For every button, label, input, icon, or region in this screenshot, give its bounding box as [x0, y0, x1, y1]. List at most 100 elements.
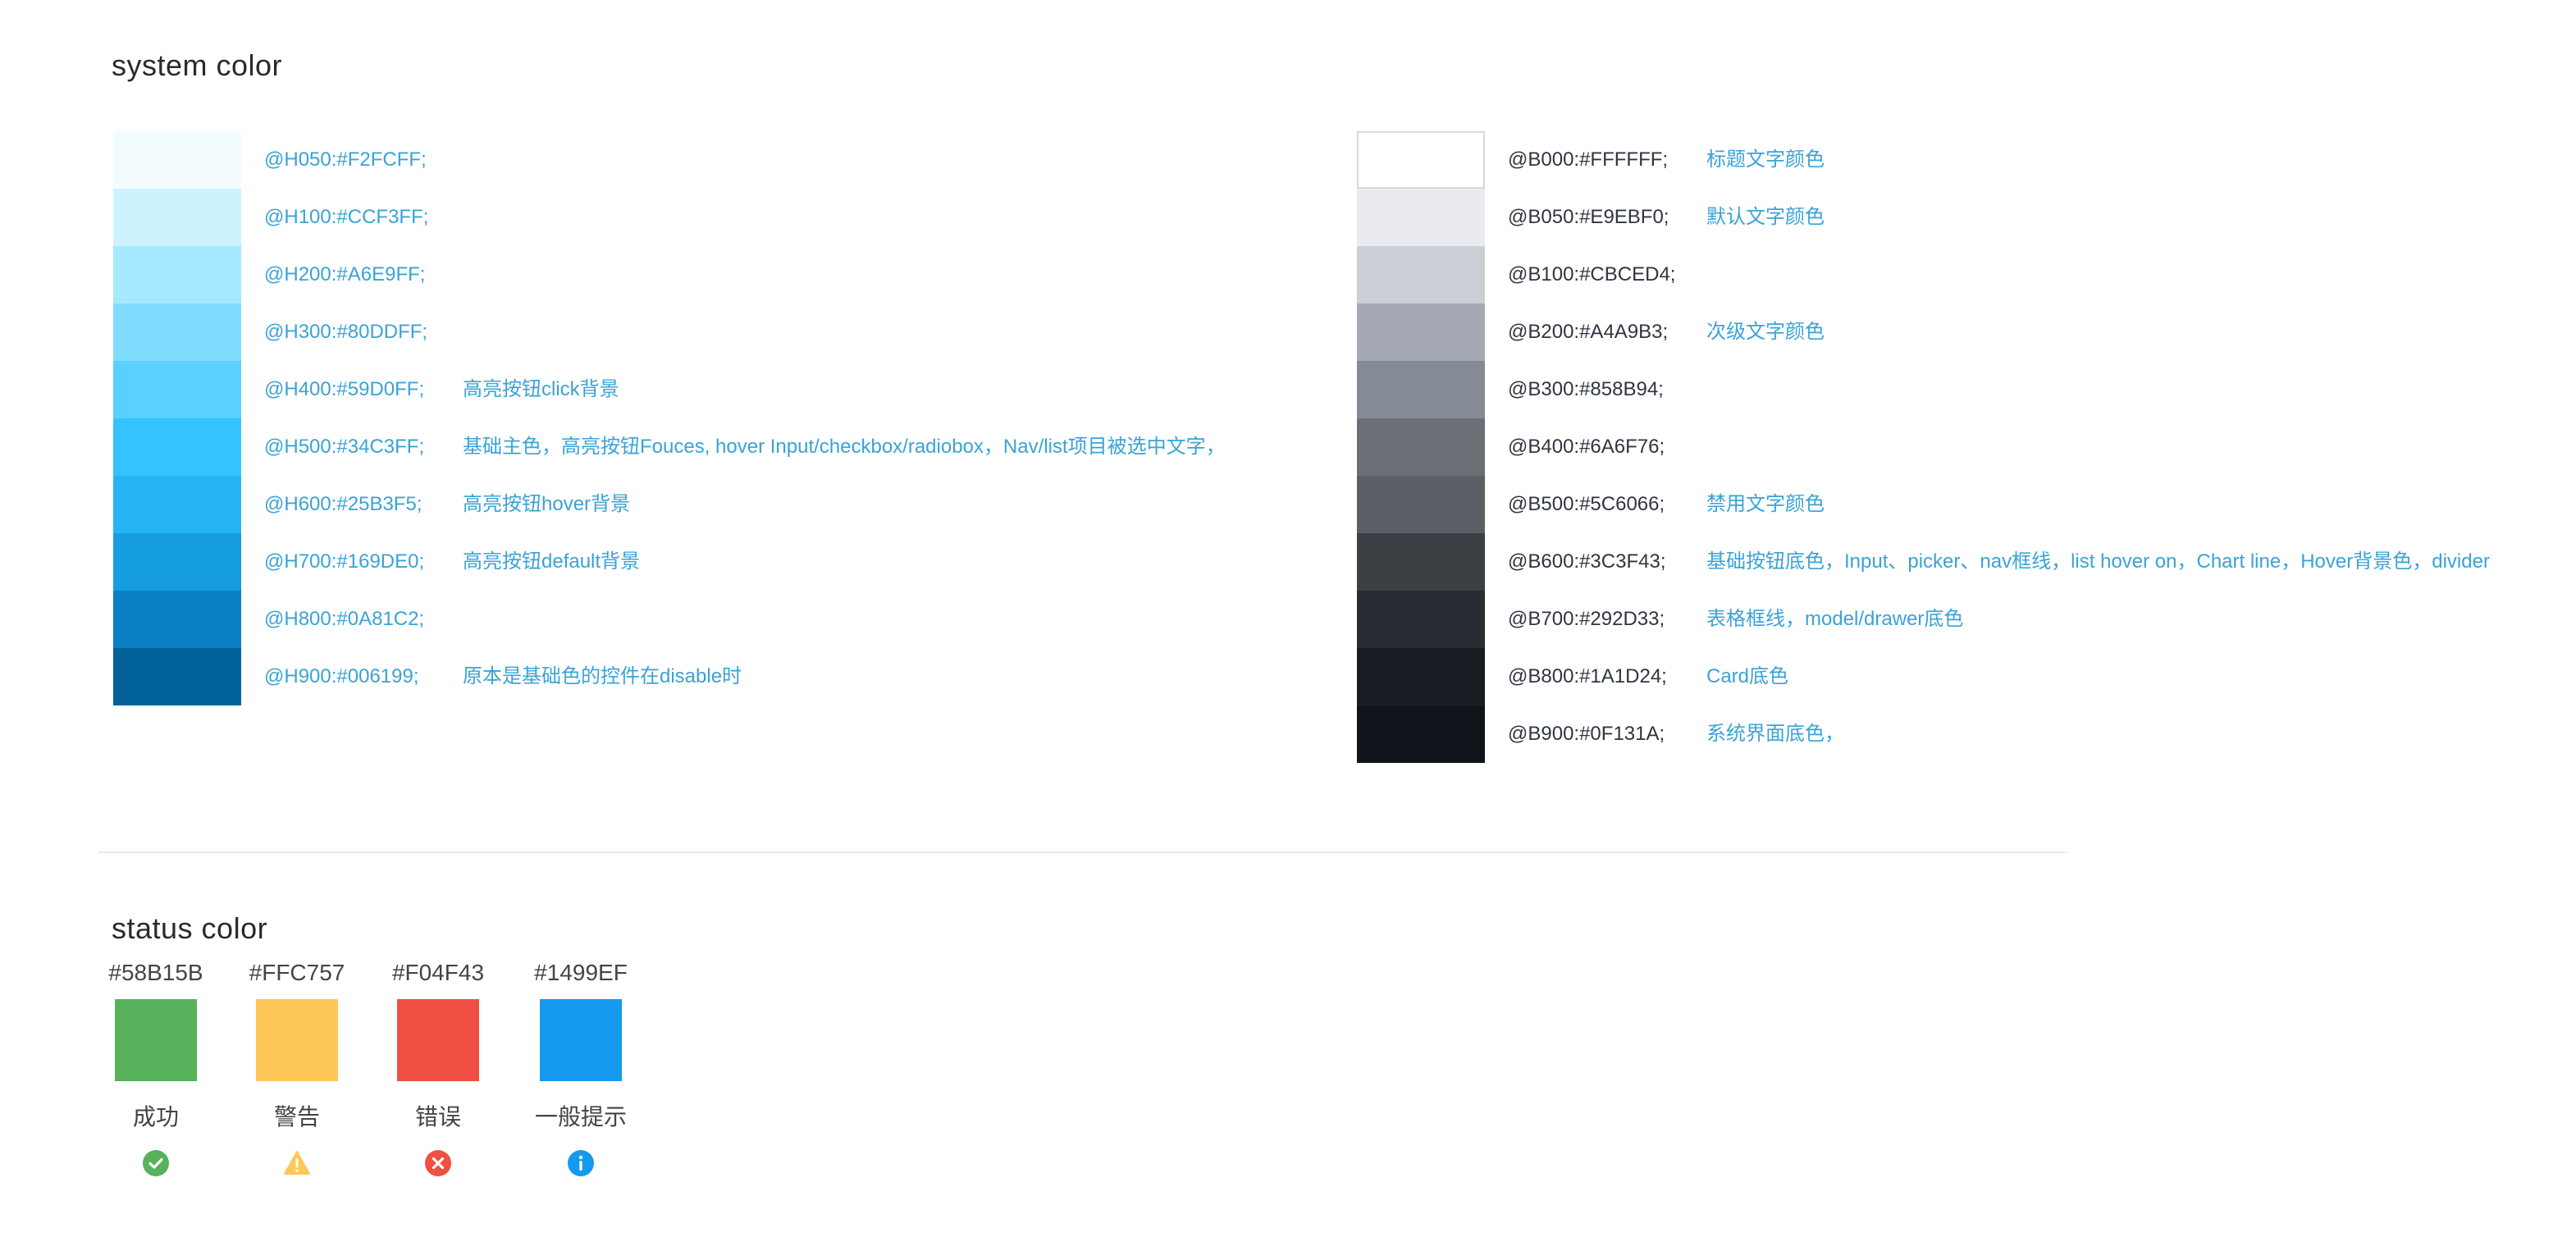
- highlight-color-row: @H200:#A6E9FF;: [113, 246, 1344, 304]
- base-color-code: @B000:#FFFFFF;: [1508, 148, 1669, 171]
- section-divider: [98, 851, 2067, 853]
- highlight-color-row: @H400:#59D0FF; 高亮按钮click背景: [113, 361, 1344, 418]
- highlight-color-swatch: [113, 476, 241, 533]
- base-color-code: @B400:#6A6F76;: [1508, 436, 1665, 458]
- highlight-palette: @H050:#F2FCFF; @H100:#CCF3FF; @H200:#A6E9F…: [113, 131, 1344, 705]
- base-color-row: @B000:#FFFFFF; 标题文字颜色: [1357, 131, 2555, 189]
- highlight-color-code: @H300:#80DDFF;: [264, 321, 428, 343]
- base-color-row: @B900:#0F131A; 系统界面底色，: [1357, 705, 2555, 763]
- base-color-description: 默认文字颜色: [1706, 206, 1825, 228]
- highlight-color-code: @H200:#A6E9FF;: [264, 263, 426, 285]
- highlight-color-code: @H600:#25B3F5;: [264, 493, 422, 515]
- status-color-item: #1499EF 一般提示: [523, 956, 638, 1203]
- status-label: 错误: [414, 1104, 461, 1130]
- highlight-color-row: @H800:#0A81C2;: [113, 591, 1344, 648]
- base-color-code: @B050:#E9EBF0;: [1508, 206, 1669, 228]
- highlight-color-swatch: [113, 418, 241, 476]
- highlight-color-row: @H050:#F2FCFF;: [113, 131, 1344, 189]
- base-color-description: Card底色: [1706, 665, 1789, 687]
- base-color-swatch: [1357, 705, 1485, 763]
- highlight-color-code: @H700:#169DE0;: [264, 550, 425, 573]
- close-circle-icon: [425, 1150, 451, 1176]
- status-hex-code: #58B15B: [108, 960, 203, 985]
- status-label: 警告: [273, 1104, 320, 1130]
- status-swatch: [397, 999, 479, 1081]
- status-color-item: #F04F43 错误: [381, 956, 496, 1203]
- base-color-row: @B500:#5C6066; 禁用文字颜色: [1357, 476, 2555, 533]
- status-hex-code: #FFC757: [249, 960, 345, 985]
- base-color-row: @B200:#A4A9B3; 次级文字颜色: [1357, 304, 2555, 361]
- highlight-color-row: @H900:#006199; 原本是基础色的控件在disable时: [113, 648, 1344, 705]
- base-color-row: @B600:#3C3F43; 基础按钮底色，Input、picker、nav框线，…: [1357, 533, 2555, 591]
- base-color-swatch: [1357, 476, 1485, 533]
- status-swatch: [256, 999, 338, 1081]
- highlight-color-swatch: [113, 189, 241, 246]
- status-hex-code: #F04F43: [391, 960, 485, 985]
- base-color-row: @B050:#E9EBF0; 默认文字颜色: [1357, 189, 2555, 246]
- base-color-swatch: [1357, 246, 1485, 304]
- base-color-description: 表格框线，model/drawer底色: [1706, 608, 1964, 630]
- base-color-swatch: [1357, 189, 1485, 246]
- highlight-color-description: 高亮按钮hover背景: [463, 493, 631, 515]
- base-palette: @B000:#FFFFFF; 标题文字颜色 @B050:#E9EBF0; 默认文字颜色…: [1357, 131, 2555, 763]
- base-color-swatch: [1357, 361, 1485, 418]
- highlight-color-code: @H800:#0A81C2;: [264, 608, 425, 630]
- system-color-title: system color: [112, 48, 283, 82]
- highlight-color-description: 高亮按钮click背景: [463, 378, 619, 400]
- highlight-color-code: @H400:#59D0FF;: [264, 378, 425, 400]
- highlight-color-code: @H100:#CCF3FF;: [264, 206, 429, 228]
- highlight-color-row: @H500:#34C3FF; 基础主色，高亮按钮Fouces, hover Inp…: [113, 418, 1344, 476]
- highlight-color-swatch: [113, 246, 241, 304]
- base-color-code: @B100:#CBCED4;: [1508, 263, 1676, 285]
- base-color-row: @B800:#1A1D24; Card底色: [1357, 648, 2555, 705]
- status-swatch: [115, 999, 197, 1081]
- highlight-color-swatch: [113, 304, 241, 361]
- base-color-code: @B200:#A4A9B3;: [1508, 321, 1669, 343]
- warning-triangle-icon: [284, 1150, 310, 1176]
- highlight-color-swatch: [113, 533, 241, 591]
- highlight-color-code: @H500:#34C3FF;: [264, 436, 425, 458]
- highlight-color-code: @H900:#006199;: [264, 665, 419, 687]
- highlight-color-row: @H300:#80DDFF;: [113, 304, 1344, 361]
- status-color-title: status color: [112, 911, 268, 945]
- base-color-swatch: [1357, 131, 1485, 189]
- base-color-code: @B900:#0F131A;: [1508, 723, 1665, 745]
- check-circle-icon: [143, 1150, 169, 1176]
- status-hex-code: #1499EF: [534, 960, 628, 985]
- base-color-row: @B700:#292D33; 表格框线，model/drawer底色: [1357, 591, 2555, 648]
- status-color-item: #58B15B 成功: [98, 956, 213, 1203]
- status-color-item: #FFC757 警告: [240, 956, 354, 1203]
- base-color-description: 禁用文字颜色: [1706, 493, 1825, 515]
- base-color-swatch: [1357, 591, 1485, 648]
- base-color-description: 次级文字颜色: [1706, 321, 1825, 343]
- highlight-color-row: @H100:#CCF3FF;: [113, 189, 1344, 246]
- base-color-swatch: [1357, 418, 1485, 476]
- highlight-color-swatch: [113, 361, 241, 418]
- base-color-code: @B700:#292D33;: [1508, 608, 1665, 630]
- base-color-code: @B600:#3C3F43;: [1508, 550, 1666, 573]
- base-color-swatch: [1357, 304, 1485, 361]
- base-color-code: @B300:#858B94;: [1508, 378, 1664, 400]
- base-color-swatch: [1357, 533, 1485, 591]
- highlight-color-description: 高亮按钮default背景: [463, 550, 641, 573]
- highlight-color-row: @H700:#169DE0; 高亮按钮default背景: [113, 533, 1344, 591]
- base-color-code: @B800:#1A1D24;: [1508, 665, 1667, 687]
- status-colors: #58B15B 成功 #FFC757 警告 #F04F43 错误 #1499EF 一般提示: [98, 956, 673, 1203]
- status-label: 成功: [132, 1104, 179, 1130]
- highlight-color-swatch: [113, 591, 241, 648]
- highlight-color-swatch: [113, 648, 241, 705]
- base-color-row: @B300:#858B94;: [1357, 361, 2555, 418]
- base-color-row: @B100:#CBCED4;: [1357, 246, 2555, 304]
- base-color-description: 基础按钮底色，Input、picker、nav框线，list hover on，…: [1706, 550, 2490, 573]
- status-label: 一般提示: [534, 1104, 627, 1130]
- highlight-color-description: 基础主色，高亮按钮Fouces, hover Input/checkbox/ra…: [463, 436, 1226, 458]
- highlight-color-code: @H050:#F2FCFF;: [264, 148, 427, 171]
- base-color-description: 标题文字颜色: [1706, 148, 1825, 171]
- base-color-swatch: [1357, 648, 1485, 705]
- status-swatch: [540, 999, 622, 1081]
- base-color-description: 系统界面底色，: [1706, 723, 1844, 745]
- base-color-row: @B400:#6A6F76;: [1357, 418, 2555, 476]
- highlight-color-row: @H600:#25B3F5; 高亮按钮hover背景: [113, 476, 1344, 533]
- info-circle-icon: [568, 1150, 594, 1176]
- base-color-code: @B500:#5C6066;: [1508, 493, 1665, 515]
